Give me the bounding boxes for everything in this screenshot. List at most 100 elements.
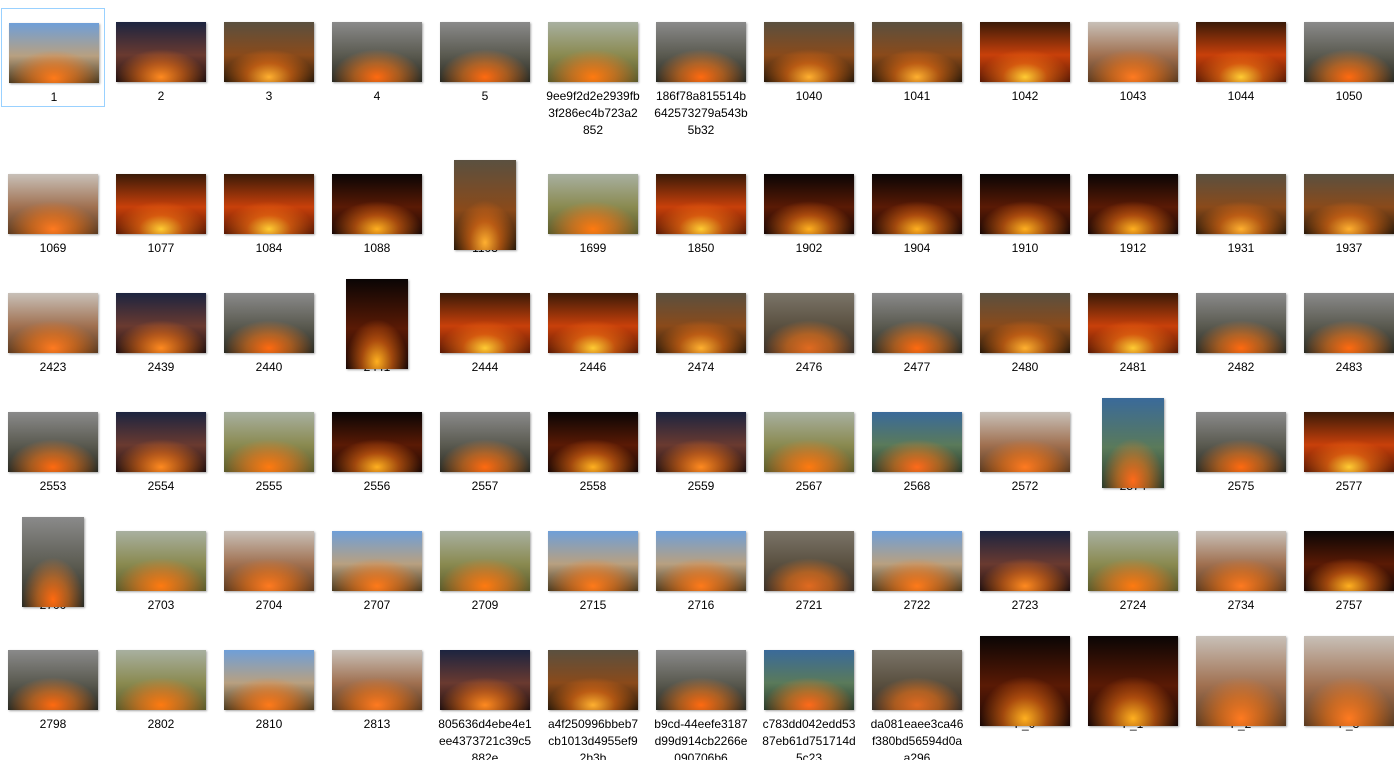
file-item[interactable]: 2802 [109, 636, 213, 733]
file-item[interactable]: 1902 [757, 160, 861, 257]
file-item[interactable]: 2556 [325, 398, 429, 495]
thumbnail-frame [1189, 279, 1293, 357]
fire-glow [1102, 438, 1164, 488]
fire-glow [116, 49, 206, 82]
file-item[interactable]: 1103 [433, 160, 537, 257]
image-thumbnail [1304, 412, 1394, 472]
thumbnail-frame [1297, 398, 1394, 476]
fire-glow [1196, 439, 1286, 472]
thumbnail-frame [1297, 160, 1394, 238]
file-item[interactable]: a4f250996bbeb7cb1013d4955ef92b3b [541, 636, 645, 760]
file-item[interactable]: 2722 [865, 517, 969, 614]
file-item[interactable]: 2440 [217, 279, 321, 376]
file-item[interactable]: 1931 [1189, 160, 1293, 257]
file-item[interactable]: 2577 [1297, 398, 1394, 495]
file-name: 1904 [903, 241, 931, 255]
file-item[interactable]: 1904 [865, 160, 969, 257]
file-item[interactable]: 2480 [973, 279, 1077, 376]
thumbnail-frame [973, 279, 1077, 357]
file-item[interactable]: 2446 [541, 279, 645, 376]
file-item[interactable]: 2703 [109, 517, 213, 614]
file-item[interactable]: 2709 [433, 517, 537, 614]
file-item[interactable]: 5 [433, 8, 537, 105]
file-item[interactable]: 9ee9f2d2e2939fb3f286ec4b723a2852 [541, 8, 645, 139]
file-item[interactable]: b9cd-44eefe3187d99d914cb2266e090706b6 [649, 636, 753, 760]
image-thumbnail [116, 22, 206, 82]
file-item[interactable]: 2724 [1081, 517, 1185, 614]
file-item[interactable]: 1088 [325, 160, 429, 257]
fire-glow [332, 677, 422, 710]
thumbnail-frame [433, 398, 537, 476]
file-item[interactable]: 2423 [1, 279, 105, 376]
file-item[interactable]: 805636d4ebe4e1ee4373721c39c5882e [433, 636, 537, 760]
file-item[interactable]: 2474 [649, 279, 753, 376]
file-item[interactable]: da081eaee3ca46f380bd56594d0aa296 [865, 636, 969, 760]
thumbnail-frame [325, 517, 429, 595]
file-item[interactable]: 2810 [217, 636, 321, 733]
file-item[interactable]: 2476 [757, 279, 861, 376]
file-item[interactable]: 2554 [109, 398, 213, 495]
image-thumbnail [872, 22, 962, 82]
thumbnail-frame [541, 8, 645, 86]
file-item[interactable]: 2439 [109, 279, 213, 376]
file-item[interactable]: 186f78a815514b642573279a543b5b32 [649, 8, 753, 139]
file-item[interactable]: 1042 [973, 8, 1077, 105]
file-item[interactable]: 1069 [1, 160, 105, 257]
file-item[interactable]: 2 [109, 8, 213, 105]
file-item[interactable]: 1044 [1189, 8, 1293, 105]
file-item[interactable]: 2559 [649, 398, 753, 495]
file-item[interactable]: 1912 [1081, 160, 1185, 257]
file-item[interactable]: 1084 [217, 160, 321, 257]
image-thumbnail [1088, 174, 1178, 234]
thumbnail-frame [973, 160, 1077, 238]
file-item[interactable]: 2574 [1081, 398, 1185, 495]
file-item[interactable]: 1043 [1081, 8, 1185, 105]
file-item[interactable]: 2481 [1081, 279, 1185, 376]
file-item[interactable]: 1937 [1297, 160, 1394, 257]
file-item[interactable]: 1850 [649, 160, 753, 257]
file-item[interactable]: 2441 [325, 279, 429, 376]
file-item[interactable]: 2721 [757, 517, 861, 614]
file-item[interactable]: 1077 [109, 160, 213, 257]
image-thumbnail [1304, 22, 1394, 82]
file-item[interactable]: 1050 [1297, 8, 1394, 105]
file-item[interactable]: 2704 [217, 517, 321, 614]
file-item[interactable]: 3 [217, 8, 321, 105]
image-thumbnail [980, 636, 1070, 726]
file-item[interactable]: 4 [325, 8, 429, 105]
file-item[interactable]: 2555 [217, 398, 321, 495]
file-item[interactable]: 2707 [325, 517, 429, 614]
file-item[interactable]: F_2 [1189, 636, 1293, 733]
file-item[interactable]: 2723 [973, 517, 1077, 614]
file-item[interactable]: 2553 [1, 398, 105, 495]
file-item[interactable]: 2798 [1, 636, 105, 733]
file-item[interactable]: 1699 [541, 160, 645, 257]
file-item[interactable]: 1910 [973, 160, 1077, 257]
file-item[interactable]: F_3 [1297, 636, 1394, 733]
file-item[interactable]: 1041 [865, 8, 969, 105]
file-item[interactable]: 2575 [1189, 398, 1293, 495]
file-item[interactable]: c783dd042edd5387eb61d751714d5c23 [757, 636, 861, 760]
fire-glow [872, 320, 962, 353]
file-item[interactable]: F_1 [1081, 636, 1185, 733]
file-item[interactable]: 2558 [541, 398, 645, 495]
image-thumbnail [8, 293, 98, 353]
file-item[interactable]: 2477 [865, 279, 969, 376]
file-item[interactable]: 2572 [973, 398, 1077, 495]
file-item[interactable]: 2715 [541, 517, 645, 614]
file-item[interactable]: F_0 [973, 636, 1077, 733]
file-item[interactable]: 1040 [757, 8, 861, 105]
file-item[interactable]: 2444 [433, 279, 537, 376]
file-item[interactable]: 2700 [1, 517, 105, 614]
file-item[interactable]: 2482 [1189, 279, 1293, 376]
file-item[interactable]: 2813 [325, 636, 429, 733]
file-item[interactable]: 2483 [1297, 279, 1394, 376]
file-item[interactable]: 2716 [649, 517, 753, 614]
file-item[interactable]: 2557 [433, 398, 537, 495]
file-item[interactable]: 2567 [757, 398, 861, 495]
file-item[interactable]: 2734 [1189, 517, 1293, 614]
file-item[interactable]: 1 [1, 8, 105, 107]
image-thumbnail [548, 174, 638, 234]
file-item[interactable]: 2757 [1297, 517, 1394, 614]
file-item[interactable]: 2568 [865, 398, 969, 495]
